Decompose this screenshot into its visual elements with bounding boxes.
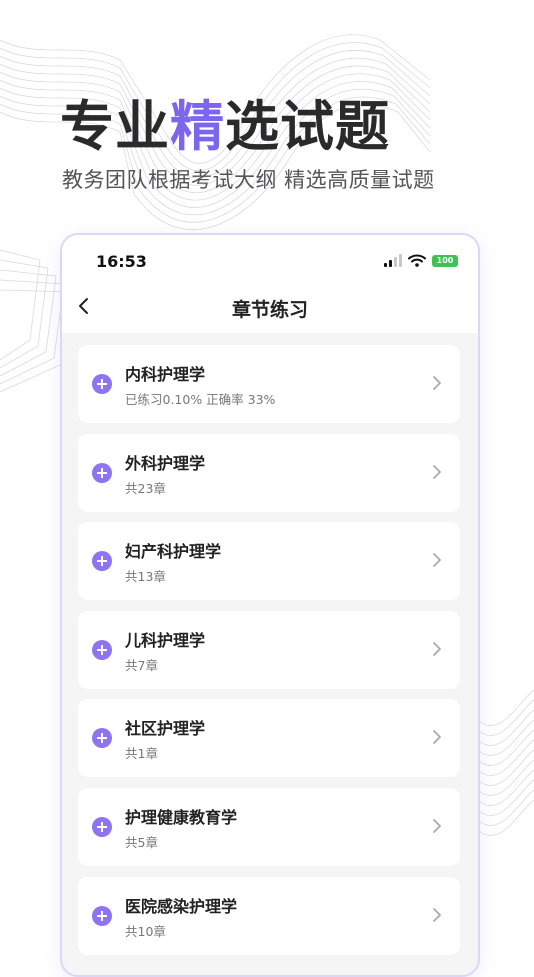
promo-title: 专业精选试题 <box>60 92 390 162</box>
chapter-title: 儿科护理学 <box>125 630 206 650</box>
plus-circle-icon[interactable] <box>92 728 112 749</box>
plus-circle-icon[interactable] <box>92 551 112 572</box>
chevron-right-icon <box>433 464 441 479</box>
chapter-title: 社区护理学 <box>125 719 206 739</box>
plus-circle-icon[interactable] <box>92 816 112 837</box>
promo-title-part1: 专业 <box>60 95 170 158</box>
chapter-title: 外科护理学 <box>125 453 206 473</box>
chevron-right-icon <box>433 553 441 568</box>
chapter-card[interactable]: 社区护理学 共1章 <box>78 699 460 778</box>
chapter-subtitle: 共13章 <box>125 569 166 585</box>
chapter-title: 医院感染护理学 <box>125 896 238 916</box>
promo-title-accent: 精 <box>170 95 225 158</box>
wifi-icon <box>408 254 426 267</box>
plus-circle-icon[interactable] <box>92 374 112 394</box>
battery-icon: 100 <box>432 254 458 267</box>
chapter-card[interactable]: 内科护理学 已练习0.10% 正确率 33% <box>78 345 460 423</box>
chevron-right-icon <box>433 819 441 833</box>
chapter-title: 妇产科护理学 <box>125 542 222 562</box>
promo-title-part2: 选试题 <box>225 95 390 158</box>
chapter-title: 护理健康教育学 <box>125 807 238 827</box>
chevron-right-icon <box>433 907 441 922</box>
chapter-title: 内科护理学 <box>125 365 206 384</box>
chapter-subtitle: 共7章 <box>125 657 158 673</box>
status-icons: 100 <box>384 254 458 267</box>
chapter-card[interactable]: 妇产科护理学 共13章 <box>78 522 460 601</box>
chevron-right-icon <box>433 376 441 390</box>
chapter-card[interactable]: 儿科护理学 共7章 <box>78 610 460 689</box>
chapter-subtitle: 已练习0.10% 正确率 33% <box>125 392 276 407</box>
chevron-right-icon <box>433 730 441 745</box>
plus-circle-icon[interactable] <box>92 462 112 483</box>
promo-subtitle: 教务团队根据考试大纲 精选高质量试题 <box>62 168 435 192</box>
chevron-right-icon <box>433 641 441 656</box>
chapter-subtitle: 共23章 <box>125 480 166 496</box>
chapter-card[interactable]: 护理健康教育学 共5章 <box>78 787 460 866</box>
chapter-card[interactable]: 医院感染护理学 共10章 <box>78 876 460 955</box>
chapter-list: 内科护理学 已练习0.10% 正确率 33% 外科护理学 共23章 妇产科护理学… <box>78 345 460 965</box>
chapter-card[interactable]: 外科护理学 共23章 <box>78 433 460 512</box>
page-title: 章节练习 <box>231 299 308 321</box>
chapter-subtitle: 共1章 <box>125 746 158 762</box>
phone-mockup: 16:53 100 章节练习 内科护理学 已练习0.10% 正确率 33% 外科… <box>60 233 480 977</box>
chapter-subtitle: 共5章 <box>125 834 158 850</box>
plus-circle-icon[interactable] <box>92 905 112 926</box>
plus-circle-icon[interactable] <box>92 639 112 660</box>
top-bar: 16:53 100 章节练习 <box>62 235 478 333</box>
status-time: 16:53 <box>96 252 147 271</box>
cellular-signal-icon <box>384 254 402 267</box>
chapter-subtitle: 共10章 <box>125 923 166 939</box>
